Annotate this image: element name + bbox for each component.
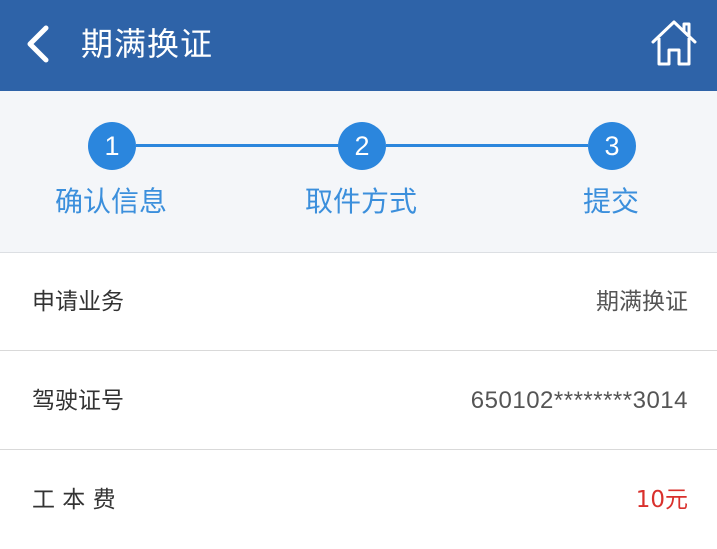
home-icon: [651, 20, 697, 66]
row-value: 650102********3014: [470, 387, 688, 414]
progress-stepper: 1 确认信息 2 取件方式 3 提交: [0, 91, 717, 253]
step-number-badge: 2: [338, 122, 386, 170]
step-number-badge: 1: [88, 122, 136, 170]
row-license-number: 驾驶证号 650102********3014: [0, 352, 717, 450]
row-label: 申请业务: [32, 289, 124, 315]
row-label: 工 本 费: [32, 487, 116, 513]
row-application-type: 申请业务 期满换证: [0, 253, 717, 351]
app-header: 期满换证: [0, 0, 717, 91]
chevron-left-icon: [27, 25, 49, 63]
step-label: 提交: [582, 185, 639, 218]
step-submit[interactable]: 3 提交: [521, 91, 701, 253]
row-fee: 工 本 费 10元: [0, 451, 717, 549]
back-button[interactable]: [20, 20, 64, 68]
step-number-badge: 3: [588, 122, 636, 170]
fee-value: 10元: [635, 487, 688, 513]
page-title: 期满换证: [81, 25, 214, 63]
step-pickup-method[interactable]: 2 取件方式: [271, 91, 451, 253]
row-label: 驾驶证号: [32, 388, 124, 414]
home-button[interactable]: [650, 18, 698, 68]
step-label: 确认信息: [54, 185, 167, 218]
row-value: 期满换证: [596, 289, 688, 315]
step-label: 取件方式: [304, 185, 417, 218]
step-confirm-info[interactable]: 1 确认信息: [21, 91, 201, 253]
